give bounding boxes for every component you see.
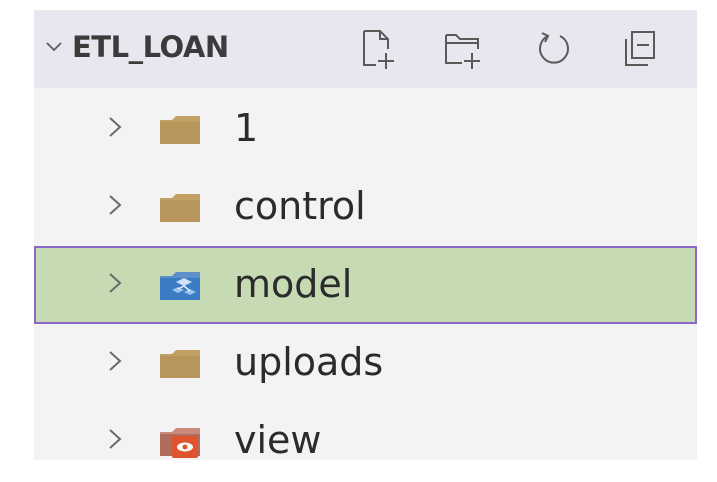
chevron-right-icon[interactable] (104, 270, 126, 296)
refresh-icon (539, 32, 569, 64)
collapse-all-icon (625, 31, 655, 66)
new-file-button[interactable] (356, 26, 400, 72)
new-file-icon (363, 30, 394, 69)
tree-item-1[interactable]: 1 (34, 90, 697, 168)
model-folder-icon (160, 272, 200, 300)
tree-item-label: control (234, 184, 366, 228)
folder-icon (160, 194, 200, 222)
explorer-panel: ETL_LOAN 1 control model uploads view (34, 10, 697, 462)
explorer-header[interactable]: ETL_LOAN (34, 10, 697, 88)
new-folder-icon (445, 34, 480, 69)
chevron-down-icon[interactable] (44, 37, 64, 57)
new-folder-button[interactable] (442, 26, 486, 72)
workspace-title: ETL_LOAN (72, 30, 229, 64)
tree-item-label: uploads (234, 340, 384, 384)
tree-item-view[interactable]: view (34, 402, 697, 480)
refresh-button[interactable] (532, 26, 576, 72)
view-folder-icon (160, 428, 200, 458)
chevron-right-icon[interactable] (104, 348, 126, 374)
folder-icon (160, 116, 200, 144)
tree-item-model[interactable]: model (34, 246, 697, 324)
collapse-all-button[interactable] (618, 26, 662, 72)
tree-item-label: model (234, 262, 353, 306)
tree-item-label: view (234, 418, 322, 462)
folder-icon (160, 350, 200, 378)
chevron-right-icon[interactable] (104, 192, 126, 218)
tree-item-label: 1 (234, 106, 259, 150)
tree-item-control[interactable]: control (34, 168, 697, 246)
tree-item-uploads[interactable]: uploads (34, 324, 697, 402)
chevron-right-icon[interactable] (104, 426, 126, 452)
chevron-right-icon[interactable] (104, 114, 126, 140)
